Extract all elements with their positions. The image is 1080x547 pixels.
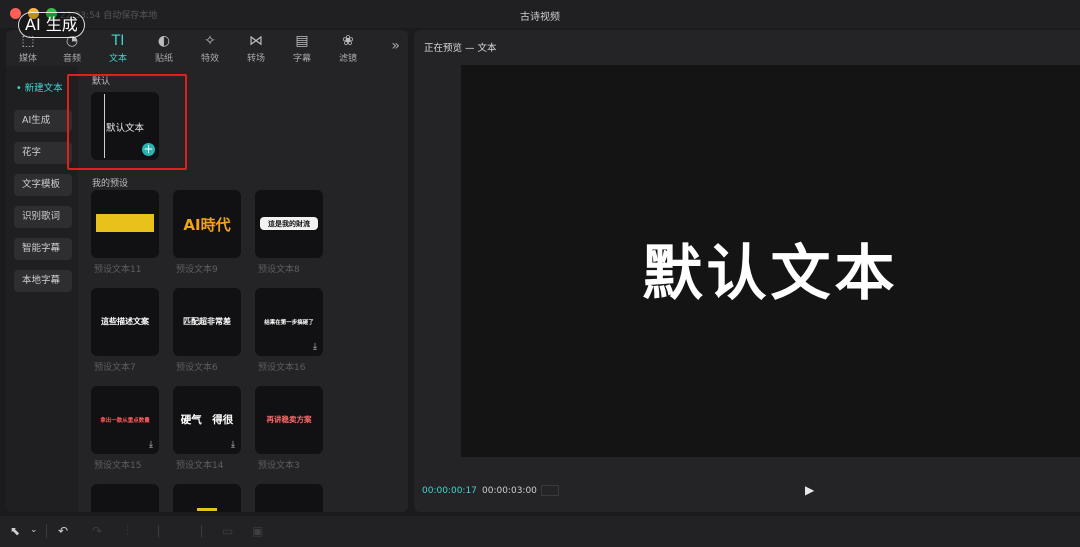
- timeline-toolbar: ⬉ ⌄ ↶ ↷ ⫶ ⎸ ⎹ ▭ ▣: [0, 516, 1080, 547]
- transition-icon: ⋈: [249, 33, 263, 49]
- preset-caption: 预设文本3: [258, 461, 300, 471]
- subtitle-icon: ▤: [295, 33, 309, 49]
- project-title: 古诗视频: [520, 12, 560, 23]
- download-icon[interactable]: ⤓: [313, 342, 317, 352]
- preset-card[interactable]: [255, 484, 323, 512]
- tab-sticker[interactable]: ◐ 贴纸: [144, 32, 184, 64]
- preset-caption: 预设文本11: [94, 265, 142, 275]
- presets-section-title: 我的预设: [92, 179, 129, 189]
- text-icon: TI: [111, 33, 125, 49]
- redo-icon: ↷: [92, 524, 103, 538]
- tab-transition[interactable]: ⋈ 转场: [236, 32, 276, 64]
- effects-icon: ✧: [204, 33, 216, 49]
- preset-card[interactable]: 结果在第一步搞砸了 ⤓: [255, 288, 323, 356]
- total-time: 00:00:03:00: [482, 486, 537, 496]
- preset-card[interactable]: 硬气 得很 ⤓: [173, 386, 241, 454]
- preset-card[interactable]: 匹配超非常差: [173, 288, 241, 356]
- title-bar: 22:33:54 自动保存本地 古诗视频: [0, 0, 1080, 28]
- preset-card[interactable]: 這是我的財流: [255, 190, 323, 258]
- undo-icon[interactable]: ↶: [58, 524, 68, 538]
- preset-caption: 预设文本15: [94, 461, 142, 471]
- aspect-ratio-icon[interactable]: [541, 485, 559, 496]
- delete-icon: ▭: [222, 524, 234, 538]
- preset-card[interactable]: AI時代: [173, 190, 241, 258]
- preset-card[interactable]: [91, 484, 159, 512]
- chevron-down-icon[interactable]: ⌄: [30, 525, 38, 535]
- play-button[interactable]: ▶: [805, 483, 814, 497]
- sidebar-item-new-text[interactable]: • 新建文本: [14, 78, 72, 100]
- tab-effects[interactable]: ✧ 特效: [190, 32, 230, 64]
- preview-canvas: 默认文本: [461, 65, 1080, 457]
- ai-generated-watermark: AI 生成: [18, 12, 85, 38]
- sidebar-item-text-template[interactable]: 文字模板: [14, 174, 72, 196]
- preset-caption: 预设文本16: [258, 363, 306, 373]
- tab-text[interactable]: TI 文本: [98, 32, 138, 64]
- marker-icon: ▣: [252, 524, 264, 538]
- split-icon: ⫶: [126, 524, 130, 538]
- highlight-box: [67, 74, 187, 170]
- sidebar-item-ai-generate[interactable]: AI生成: [14, 110, 72, 132]
- preset-card[interactable]: [91, 190, 159, 258]
- sticker-icon: ◐: [157, 33, 171, 49]
- preset-card[interactable]: 再讲稳卖方案: [255, 386, 323, 454]
- preview-panel: 正在预览 — 文本 默认文本 00:00:00:17 00:00:03:00 ▶: [414, 30, 1080, 512]
- preset-caption: 预设文本14: [176, 461, 224, 471]
- select-tool-icon[interactable]: ⬉: [10, 524, 20, 538]
- more-tabs-icon[interactable]: »: [391, 38, 400, 54]
- preset-card[interactable]: 拿出一款从重点数量 ⤓: [91, 386, 159, 454]
- sidebar-item-local-subtitles[interactable]: 本地字幕: [14, 270, 72, 292]
- preset-caption: 预设文本9: [176, 265, 218, 275]
- preset-card[interactable]: 這些描述文案: [91, 288, 159, 356]
- preset-card[interactable]: [173, 484, 241, 512]
- tab-filter[interactable]: ❀ 滤镜: [328, 32, 368, 64]
- download-icon[interactable]: ⤓: [149, 440, 153, 450]
- current-time: 00:00:00:17: [422, 486, 477, 496]
- preset-caption: 预设文本8: [258, 265, 300, 275]
- download-icon[interactable]: ⤓: [231, 440, 235, 450]
- yellow-bar-preview: [96, 214, 154, 232]
- preset-caption: 预设文本7: [94, 363, 136, 373]
- canvas-text: 默认文本: [642, 239, 899, 309]
- filter-icon: ❀: [342, 33, 354, 49]
- preset-caption: 预设文本6: [176, 363, 218, 373]
- sidebar-item-fancy-text[interactable]: 花字: [14, 142, 72, 164]
- divider: [46, 524, 47, 538]
- preview-title: 正在预览 — 文本: [424, 43, 497, 54]
- sidebar-item-lyrics-recognition[interactable]: 识别歌词: [14, 206, 72, 228]
- tab-subtitle[interactable]: ▤ 字幕: [282, 32, 322, 64]
- split-left-icon: ⎸: [158, 524, 171, 538]
- sidebar-item-smart-subtitles[interactable]: 智能字幕: [14, 238, 72, 260]
- split-right-icon: ⎹: [190, 524, 203, 538]
